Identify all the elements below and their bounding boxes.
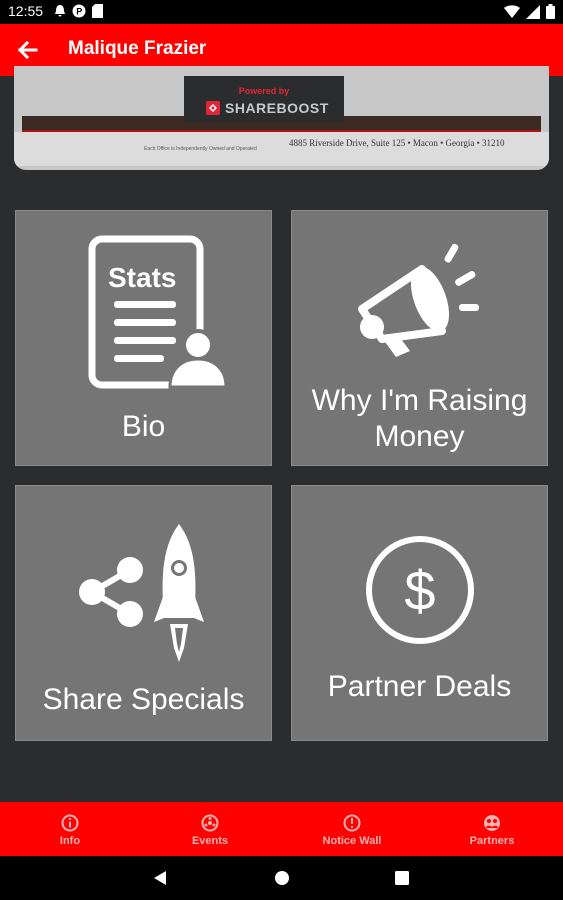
battery-icon [546,4,555,19]
bio-label: Bio [121,410,166,443]
share-specials-label: Share Specials [42,683,245,716]
nav-label-notice-wall: Notice Wall [322,835,382,847]
nav-item-info[interactable]: Info [0,802,140,856]
stats-document-person-icon: Stats [88,235,228,389]
sd-card-icon [92,4,103,18]
why-raising-label-line2: Money [374,420,465,453]
why-raising-money-tile[interactable]: Why I'm Raising Money [291,210,548,466]
dollar-circle-icon: $ [366,536,474,644]
page-title: Malique Frazier [68,38,207,59]
info-icon [61,814,79,832]
home-circle-icon[interactable] [274,870,290,886]
app-p-icon: P [72,4,86,18]
svg-text:$: $ [404,559,435,622]
sponsor-banner[interactable]: Each Office is Independently Owned and O… [14,66,549,172]
status-time: 12:55 [8,3,44,19]
status-bar: 12:55 P [0,0,563,24]
share-specials-tile[interactable]: Share Specials [15,485,272,741]
back-triangle-icon[interactable] [153,870,167,886]
shareboost-logo-icon [206,101,220,115]
recents-square-icon[interactable] [395,871,409,885]
banner-small-note: Each Office is Independently Owned and O… [144,146,257,152]
nav-item-partners[interactable]: Partners [422,802,562,856]
share-icon [79,557,143,627]
shareboost-brand: SHAREBOOST [225,100,329,116]
signal-icon [526,4,540,19]
svg-text:P: P [76,7,82,17]
notification-bell-icon [55,5,65,17]
status-icons-right [504,4,555,19]
rocket-icon [154,524,204,662]
stats-icon-text: Stats [108,262,176,293]
powered-by-text: Powered by [238,86,290,96]
megaphone-icon [358,243,479,357]
nav-item-notice-wall[interactable]: Notice Wall [282,802,422,856]
why-raising-label-line1: Why I'm Raising [311,384,528,417]
wifi-icon [504,4,520,18]
system-nav-bar [0,856,563,900]
shareboost-logo: SHAREBOOST [206,100,329,116]
events-icon [201,814,219,832]
partner-deals-tile[interactable]: $ Partner Deals [291,485,548,741]
back-arrow-icon[interactable] [14,36,42,64]
bio-tile[interactable]: Stats Bio [15,210,272,466]
nav-label-partners: Partners [469,835,515,847]
nav-label-info: Info [59,835,81,847]
powered-by-badge: Powered by SHAREBOOST [184,76,344,122]
status-icons-left: P [54,4,103,18]
nav-label-events: Events [191,835,229,847]
partners-icon [484,815,500,831]
bottom-nav: Info Events Notice Wall Partners [0,802,563,856]
banner-address: 4885 Riverside Drive, Suite 125 • Macon … [289,138,505,148]
nav-item-events[interactable]: Events [140,802,280,856]
partner-deals-label: Partner Deals [327,670,512,703]
notice-icon [343,814,361,832]
